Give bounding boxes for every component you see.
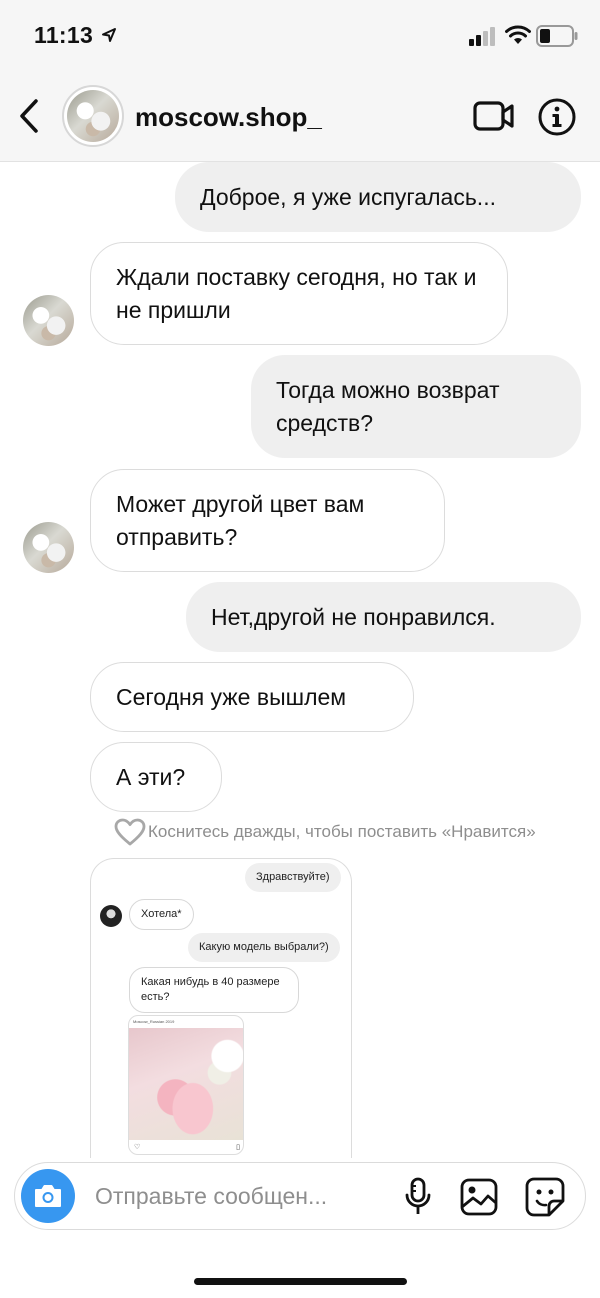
status-time: 11:13: [34, 22, 94, 48]
back-chevron-icon[interactable]: [16, 96, 42, 136]
gallery-icon[interactable]: [459, 1177, 499, 1217]
mini-shared-post: Moscow_Russian 2019 ♡ ▯: [128, 1015, 244, 1155]
mini-message-sent: Здравствуйте): [245, 863, 341, 892]
contact-avatar[interactable]: [62, 85, 124, 147]
avatar-image: [67, 90, 119, 142]
mini-avatar: [100, 905, 122, 927]
signal-icon: [469, 27, 495, 46]
info-icon[interactable]: [537, 97, 577, 137]
message-text: Сегодня уже вышлем: [116, 683, 347, 710]
message-bubble-sent[interactable]: Доброе, я уже испугалась...: [175, 162, 581, 232]
message-text: Ждали поставку сегодня, но так и не приш…: [116, 263, 477, 323]
message-text: Может другой цвет вам отправить?: [116, 490, 365, 550]
camera-button[interactable]: [21, 1169, 75, 1223]
mini-post-image: [129, 1028, 243, 1140]
mini-message-received: Хотела*: [129, 899, 194, 930]
battery-icon: [536, 25, 578, 47]
mini-message-text: Здравствуйте): [256, 871, 330, 883]
message-bubble-sent[interactable]: Нет,другой не понравился.: [186, 582, 581, 652]
shared-screenshot[interactable]: Здравствуйте) Хотела* Какую модель выбра…: [90, 858, 352, 1158]
location-arrow-icon: [102, 28, 116, 42]
contact-username[interactable]: moscow.shop_: [135, 102, 322, 133]
message-text: Доброе, я уже испугалась...: [200, 183, 496, 210]
mini-post-actions: ♡ ▯: [129, 1140, 243, 1154]
mini-message-sent: Какую модель выбрали?): [188, 933, 340, 962]
message-bubble-received[interactable]: Сегодня уже вышлем: [90, 662, 414, 732]
message-text: Нет,другой не понравился.: [211, 603, 496, 630]
microphone-icon[interactable]: [403, 1177, 433, 1217]
home-indicator[interactable]: [194, 1278, 407, 1285]
message-input[interactable]: [95, 1180, 385, 1212]
mini-message-text: Какую модель выбрали?): [199, 941, 329, 953]
sender-avatar[interactable]: [23, 522, 74, 573]
message-composer: [14, 1162, 586, 1230]
chat-header: moscow.shop_: [0, 76, 600, 162]
video-call-icon[interactable]: [472, 98, 516, 134]
like-hint-text: Коснитесь дважды, чтобы поставить «Нрави…: [148, 822, 536, 841]
camera-icon: [35, 1185, 61, 1207]
mini-message-text: Хотела*: [141, 908, 182, 920]
mini-post-caption: Moscow_Russian 2019: [133, 1019, 175, 1024]
mini-heart-icon: ♡: [134, 1144, 141, 1151]
message-text: А эти?: [116, 763, 186, 790]
message-bubble-sent[interactable]: Тогда можно возврат средств?: [251, 355, 581, 458]
double-tap-like-hint: Коснитесь дважды, чтобы поставить «Нрави…: [114, 818, 536, 846]
status-bar: 11:13: [0, 0, 600, 76]
sender-avatar[interactable]: [23, 295, 74, 346]
message-bubble-received[interactable]: А эти?: [90, 742, 222, 812]
message-bubble-received[interactable]: Ждали поставку сегодня, но так и не приш…: [90, 242, 508, 345]
wifi-icon: [505, 25, 531, 44]
mini-bookmark-icon: ▯: [236, 1144, 240, 1151]
heart-icon: [114, 818, 146, 846]
message-bubble-received[interactable]: Может другой цвет вам отправить?: [90, 469, 445, 572]
sticker-icon[interactable]: [524, 1176, 566, 1218]
message-text: Тогда можно возврат средств?: [276, 376, 500, 436]
mini-message-received: Какая нибудь в 40 размере есть?: [129, 967, 299, 1013]
mini-message-text: Какая нибудь в 40 размере есть?: [141, 976, 280, 1003]
